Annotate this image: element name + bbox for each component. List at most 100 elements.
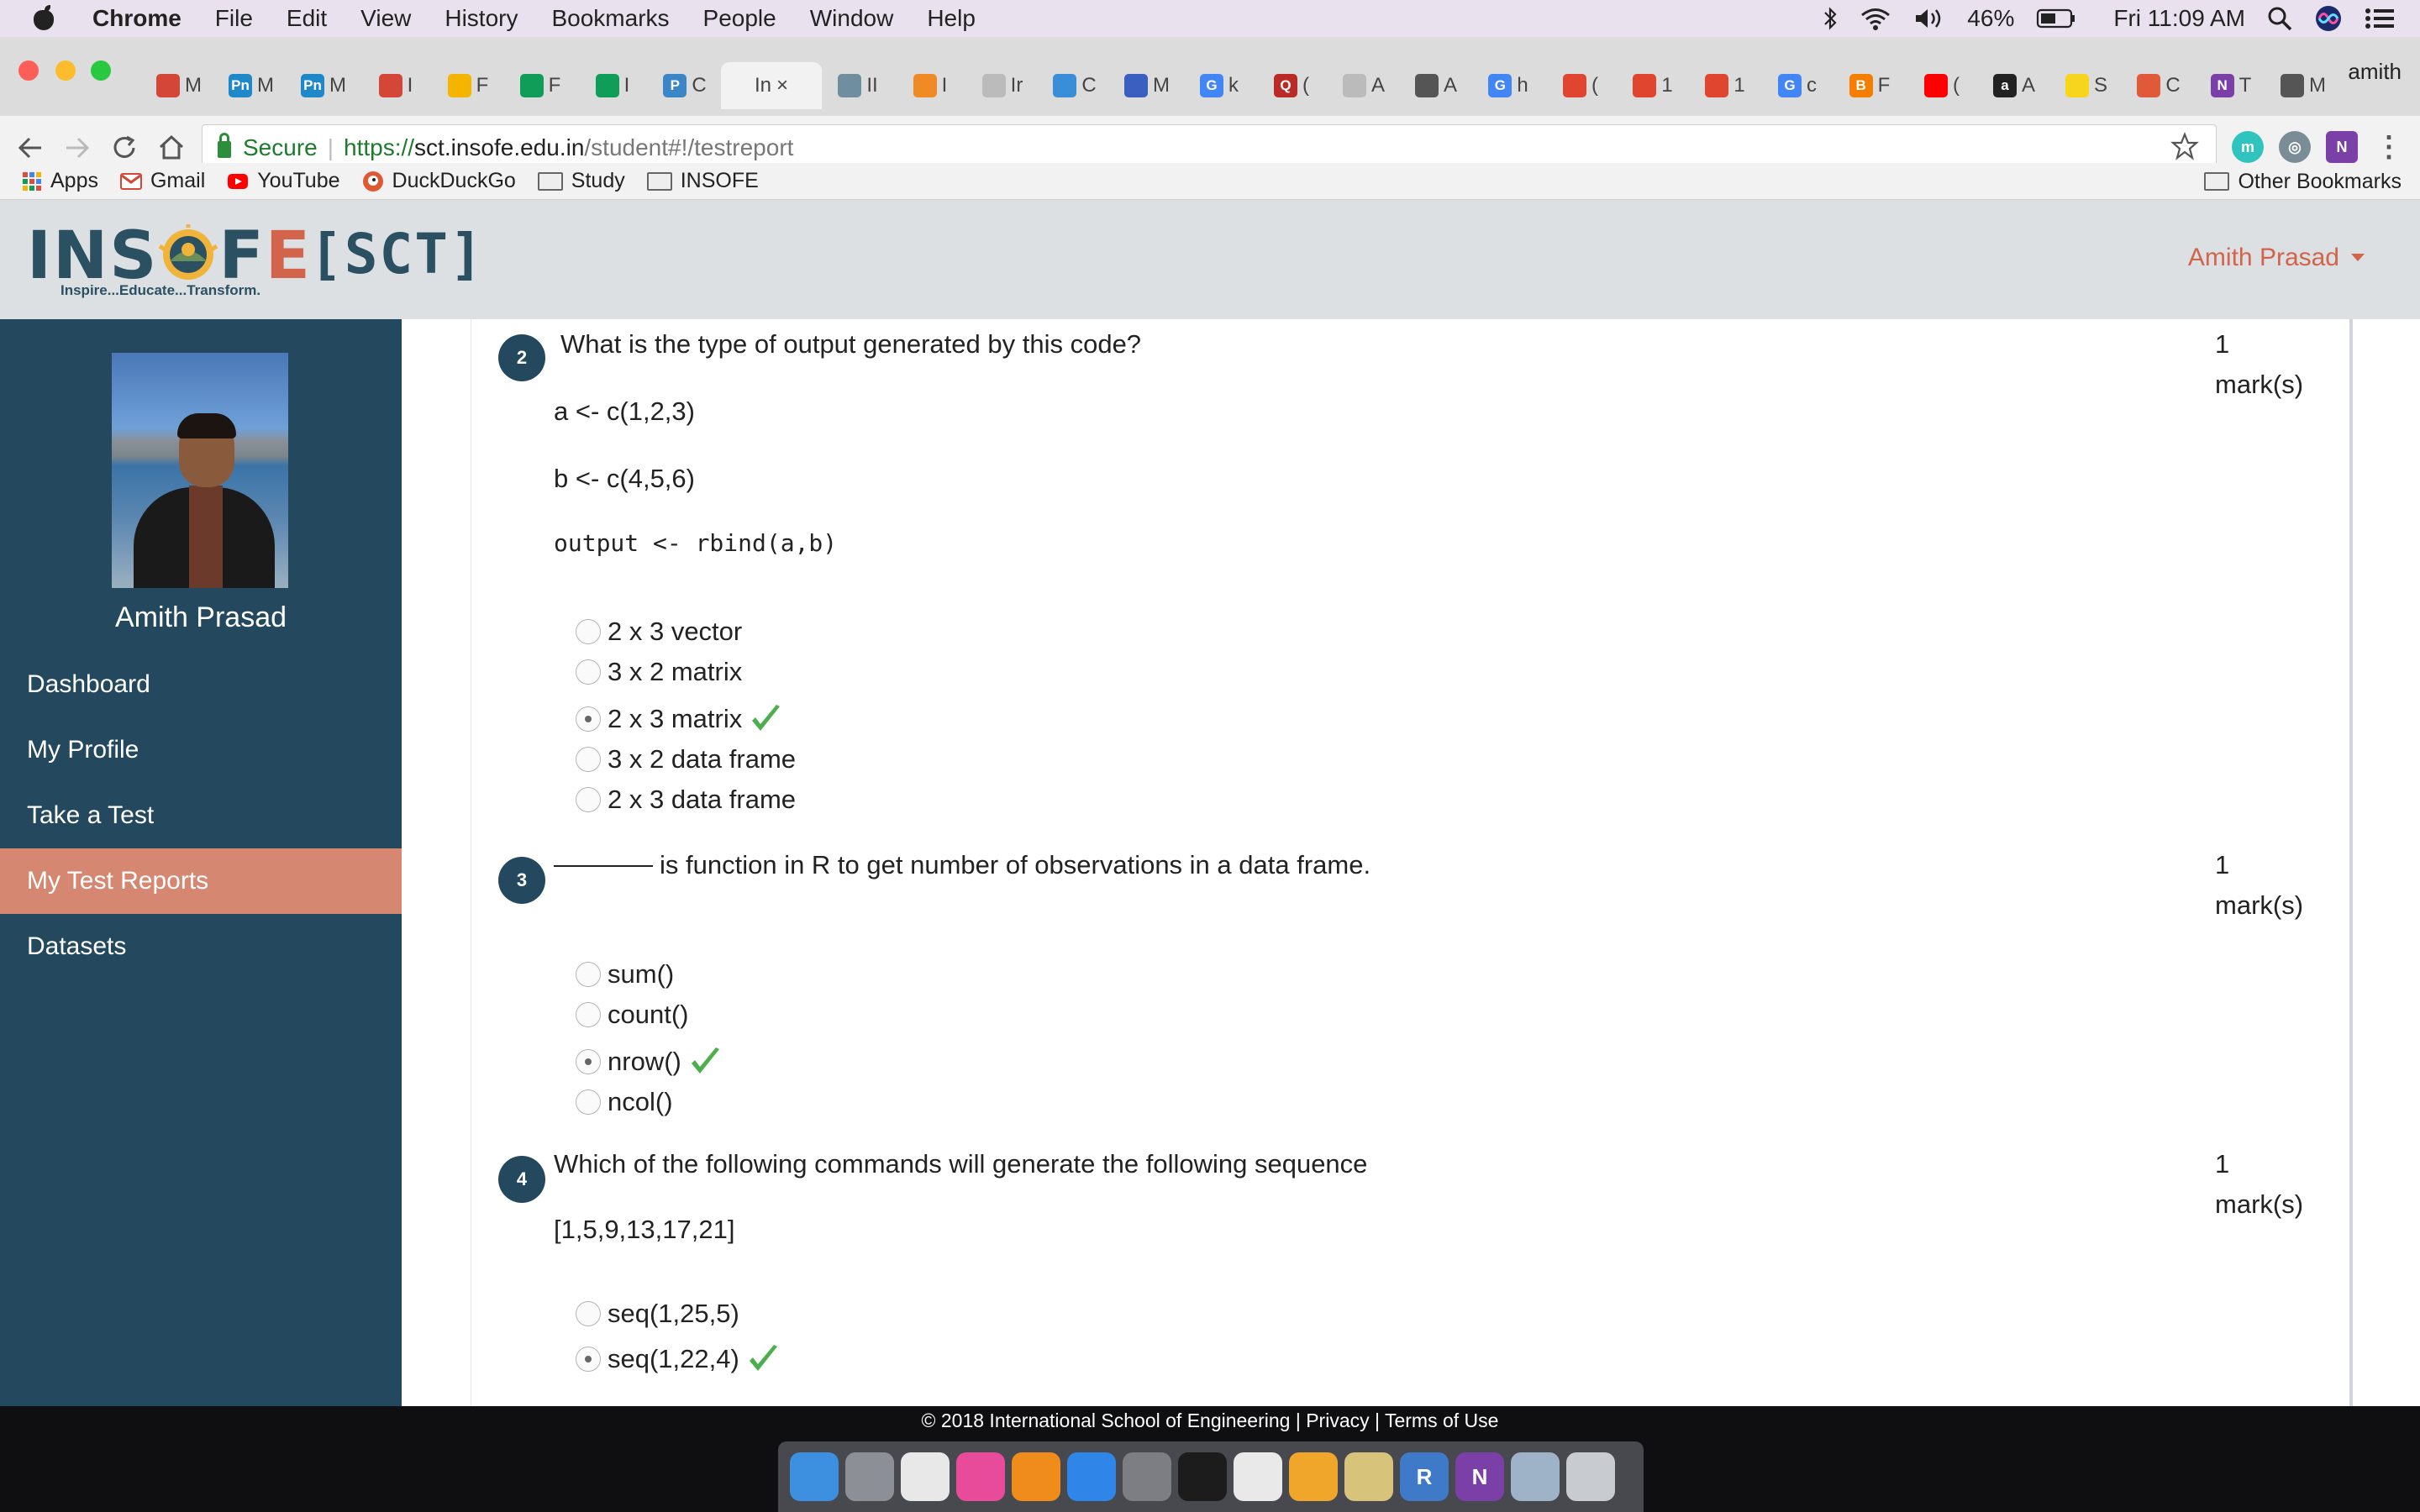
apple-menu-icon[interactable] (30, 5, 64, 32)
system-preferences-icon[interactable] (1123, 1452, 1171, 1501)
close-window-button[interactable] (18, 60, 39, 81)
extension-onenote-icon[interactable]: N (2326, 131, 2358, 163)
sidebar-item-my-profile[interactable]: My Profile (0, 717, 402, 783)
bookmark-folder-insofe[interactable]: INSOFE (646, 169, 759, 193)
tab[interactable]: F (432, 62, 504, 109)
tab[interactable]: I (894, 62, 966, 109)
tab[interactable]: II (822, 62, 894, 109)
answer-option[interactable]: 2 x 3 matrix (576, 699, 782, 739)
siri-icon[interactable] (2314, 4, 2343, 33)
tab[interactable]: Q( (1255, 62, 1328, 109)
notification-center-icon[interactable] (2365, 7, 2395, 30)
tab[interactable]: NT (2195, 62, 2267, 109)
spotlight-search-icon[interactable] (2267, 6, 2292, 31)
clock[interactable]: Fri 11:09 AM (2113, 5, 2245, 32)
tab[interactable]: Gh (1472, 62, 1544, 109)
r-icon[interactable]: R (1400, 1452, 1449, 1501)
tab[interactable]: I (360, 62, 432, 109)
extension-m-icon[interactable]: m (2232, 131, 2264, 163)
tab[interactable]: M (143, 62, 215, 109)
answer-option[interactable]: seq(1,25,5) (576, 1294, 739, 1334)
tab[interactable]: Ir (966, 62, 1039, 109)
answer-option[interactable]: count() (576, 995, 688, 1035)
sublime-icon[interactable] (1289, 1452, 1338, 1501)
radio-button[interactable] (576, 962, 601, 987)
profile-name[interactable]: amith (2348, 59, 2402, 85)
menu-bookmarks[interactable]: Bookmarks (551, 5, 669, 32)
tab[interactable]: I (576, 62, 649, 109)
footer-terms-link[interactable]: Terms of Use (1385, 1410, 1498, 1431)
tab[interactable]: Gk (1183, 62, 1255, 109)
sidebar-item-take-a-test[interactable]: Take a Test (0, 783, 402, 848)
tab[interactable]: A (1400, 62, 1472, 109)
photos-icon[interactable] (901, 1452, 950, 1501)
menu-help[interactable]: Help (927, 5, 976, 32)
answer-option[interactable]: nrow() (576, 1042, 722, 1082)
radio-button[interactable] (576, 1301, 601, 1326)
secure-lock-icon[interactable] (218, 133, 231, 158)
bookmark-duckduckgo[interactable]: DuckDuckGo (362, 169, 516, 193)
tab[interactable]: C (2123, 62, 2195, 109)
answer-option[interactable]: 3 x 2 matrix (576, 652, 742, 692)
radio-button[interactable] (576, 1002, 601, 1027)
chrome-menu-icon[interactable]: ⋮ (2373, 131, 2405, 163)
radio-button[interactable] (576, 619, 601, 644)
preview-icon[interactable] (1511, 1452, 1560, 1501)
radio-button-selected[interactable] (576, 1049, 601, 1074)
sidebar-item-datasets[interactable]: Datasets (0, 914, 402, 979)
tab[interactable]: Pn M (215, 62, 287, 109)
tab[interactable]: BF (1833, 62, 1906, 109)
tab[interactable]: F (504, 62, 576, 109)
radio-button-selected[interactable] (576, 1347, 601, 1372)
answer-option[interactable]: 3 x 2 data frame (576, 739, 796, 780)
sidebar-item-my-test-reports[interactable]: My Test Reports (0, 848, 402, 914)
tab[interactable]: aA (1978, 62, 2050, 109)
chrome-icon[interactable] (1234, 1452, 1282, 1501)
forward-button[interactable] (59, 129, 96, 166)
minimize-window-button[interactable] (55, 60, 76, 81)
itunes-icon[interactable] (956, 1452, 1005, 1501)
menu-file[interactable]: File (215, 5, 253, 32)
radio-button-selected[interactable] (576, 706, 601, 732)
close-tab-icon[interactable]: × (776, 74, 788, 97)
menu-people[interactable]: People (703, 5, 776, 32)
launchpad-icon[interactable] (845, 1452, 894, 1501)
tab[interactable]: 1 (1689, 62, 1761, 109)
tab[interactable]: A (1328, 62, 1400, 109)
tab[interactable]: M (2267, 62, 2339, 109)
home-button[interactable] (153, 129, 190, 166)
reload-button[interactable] (106, 129, 143, 166)
radio-button[interactable] (576, 747, 601, 772)
ibooks-icon[interactable] (1012, 1452, 1060, 1501)
zoom-window-button[interactable] (91, 60, 111, 81)
finder-icon[interactable] (790, 1452, 839, 1501)
tab[interactable]: 1 (1617, 62, 1689, 109)
radio-button[interactable] (576, 787, 601, 812)
bookmark-gmail[interactable]: Gmail (119, 169, 205, 193)
answer-option[interactable]: ncol() (576, 1082, 673, 1122)
bookmark-youtube[interactable]: YouTube (227, 169, 340, 193)
app-store-icon[interactable] (1067, 1452, 1116, 1501)
user-menu-dropdown[interactable]: Amith Prasad (2188, 244, 2365, 272)
menu-window[interactable]: Window (810, 5, 894, 32)
onenote-icon[interactable]: N (1455, 1452, 1504, 1501)
bookmark-star-icon[interactable] (2170, 132, 2199, 160)
bookmark-folder-study[interactable]: Study (537, 169, 625, 193)
radio-button[interactable] (576, 659, 601, 685)
wifi-icon[interactable] (1860, 7, 1891, 30)
tab[interactable]: ( (1906, 62, 1978, 109)
menu-app-name[interactable]: Chrome (92, 5, 182, 32)
sidebar-item-dashboard[interactable]: Dashboard (0, 652, 402, 717)
tab[interactable]: C (1039, 62, 1111, 109)
back-button[interactable] (12, 129, 49, 166)
volume-icon[interactable] (1913, 7, 1945, 30)
menu-view[interactable]: View (360, 5, 411, 32)
test-report-content[interactable]: 2 What is the type of output generated b… (471, 319, 2353, 1406)
footer-privacy-link[interactable]: Privacy (1306, 1410, 1369, 1431)
tab[interactable]: S (2050, 62, 2123, 109)
answer-option[interactable]: sum() (576, 954, 674, 995)
bookmark-apps[interactable]: Apps (22, 169, 98, 193)
answer-option[interactable]: 2 x 3 vector (576, 612, 742, 652)
bluetooth-icon[interactable] (1823, 7, 1838, 30)
tab[interactable]: Gc (1761, 62, 1833, 109)
